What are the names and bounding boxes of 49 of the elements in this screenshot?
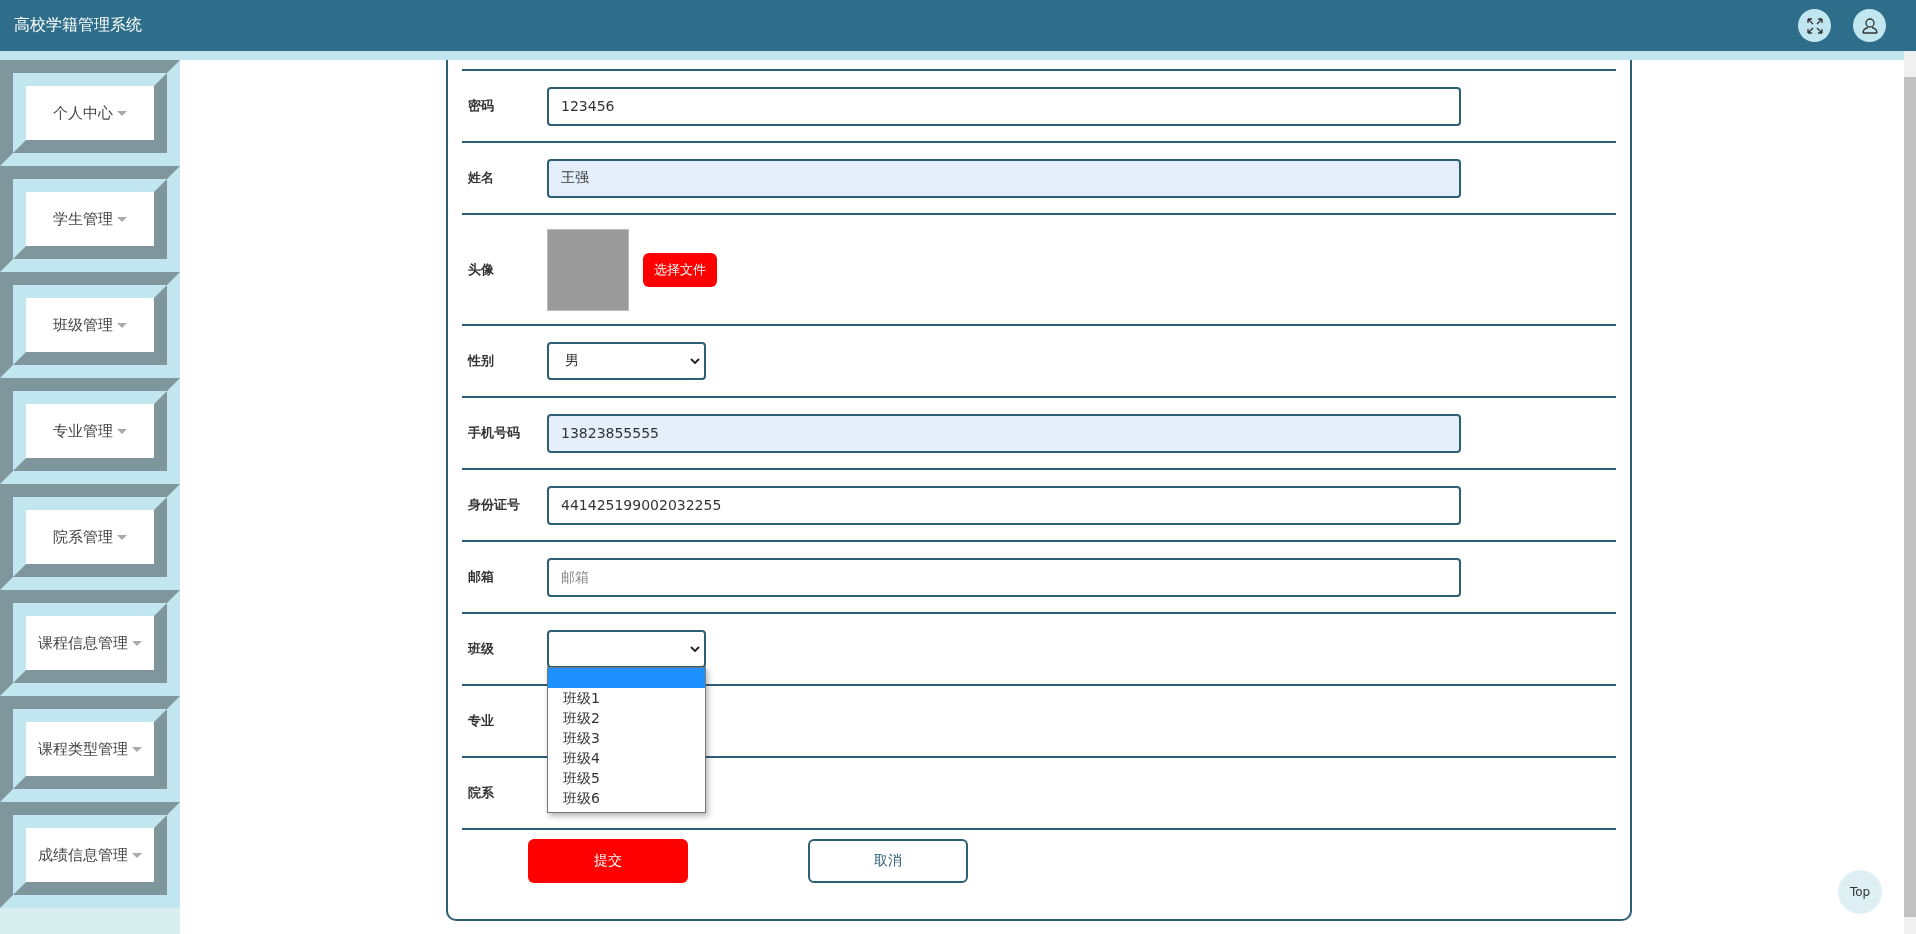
dropdown-option[interactable]: 班级2 [548,708,705,728]
caret-icon [117,428,127,434]
sidebar-item[interactable]: 专业管理 [26,404,154,458]
select-field[interactable]: 男 [547,342,706,380]
sidebar-item[interactable]: 成绩信息管理 [26,828,154,882]
input-field[interactable]: 王强 [547,158,1461,198]
input-field[interactable]: 441425199002032255 [547,485,1461,525]
field-label: 性别 [468,352,495,370]
chevron-icon [690,357,700,365]
user-icon[interactable] [1853,9,1886,42]
dropdown-option[interactable]: 班级4 [548,748,705,768]
caret-icon [132,640,142,646]
cancel-button[interactable]: 取消 [808,839,968,883]
field-label: 手机号码 [468,424,521,442]
caret-icon [132,852,142,858]
sidebar-item[interactable]: 课程类型管理 [26,722,154,776]
sidebar-item[interactable]: 个人中心 [26,86,154,140]
caret-icon [132,746,142,752]
field-label: 邮箱 [468,568,495,586]
field-label: 班级 [468,640,495,658]
sidebar-item[interactable]: 课程信息管理 [26,616,154,670]
input-field[interactable]: 13823855555 [547,413,1461,453]
field-label: 姓名 [468,169,495,187]
input-field[interactable]: 123456 [547,86,1461,126]
app-title: 高校学籍管理系统 [14,15,142,36]
dropdown-option[interactable]: 班级3 [548,728,705,748]
submit-button[interactable]: 提交 [528,839,688,883]
input-field[interactable]: 邮箱 [547,557,1461,597]
caret-icon [117,216,127,222]
scrollbar[interactable] [1904,51,1916,934]
caret-icon [117,534,127,540]
field-label: 院系 [468,784,495,802]
sidebar-item[interactable]: 班级管理 [26,298,154,352]
dropdown-option[interactable]: 班级6 [548,788,705,808]
field-label: 密码 [468,97,495,115]
field-label: 头像 [468,260,495,279]
sidebar-item[interactable]: 学生管理 [26,192,154,246]
dropdown-option[interactable]: 班级1 [548,688,705,708]
back-to-top-button[interactable]: Top [1838,870,1882,914]
caret-icon [117,322,127,328]
field-label: 身份证号 [468,496,521,514]
fullscreen-icon[interactable] [1798,9,1831,42]
sidebar-item[interactable]: 院系管理 [26,510,154,564]
select-field[interactable] [547,630,706,668]
field-label: 专业 [468,712,495,730]
dropdown-option[interactable]: 班级5 [548,768,705,788]
chevron-icon [690,645,700,653]
choose-file-button[interactable]: 选择文件 [643,252,717,287]
caret-icon [117,110,127,116]
